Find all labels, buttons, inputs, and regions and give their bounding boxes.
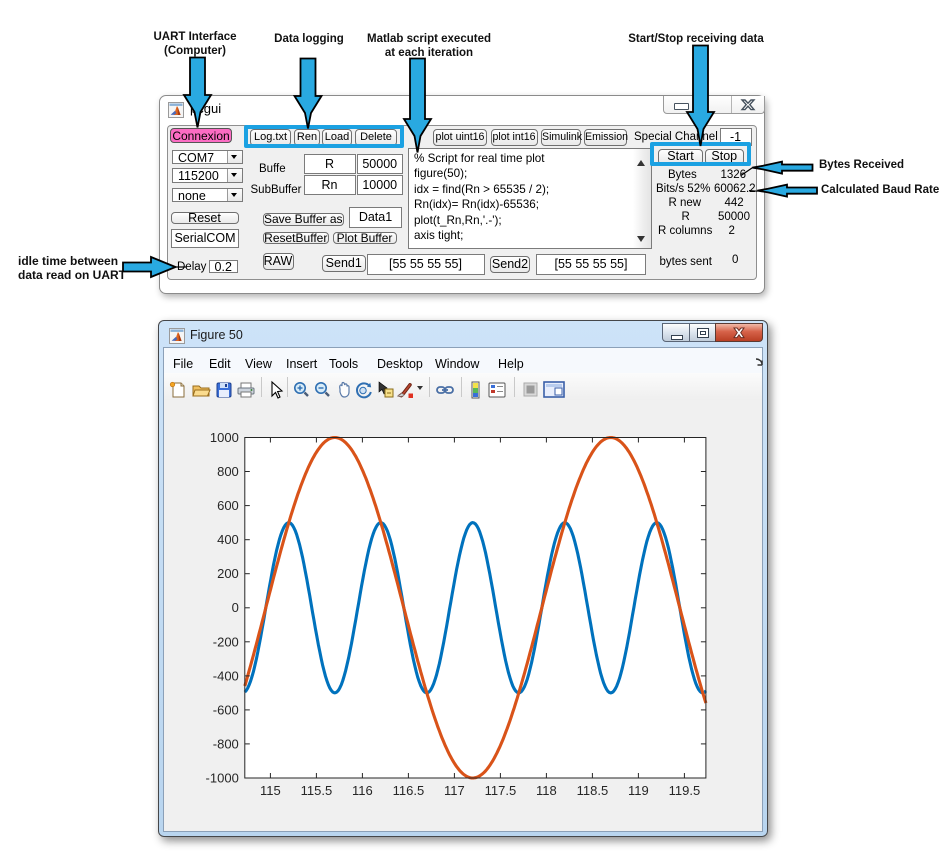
svg-text:200: 200 bbox=[217, 566, 239, 581]
svg-text:600: 600 bbox=[217, 498, 239, 513]
svg-text:118.5: 118.5 bbox=[577, 783, 609, 798]
svg-text:116: 116 bbox=[352, 783, 373, 798]
svg-text:116.5: 116.5 bbox=[393, 783, 425, 798]
svg-text:400: 400 bbox=[217, 532, 239, 547]
svg-text:1000: 1000 bbox=[210, 430, 239, 445]
svg-text:119: 119 bbox=[628, 783, 649, 798]
svg-text:115: 115 bbox=[260, 783, 281, 798]
svg-text:117.5: 117.5 bbox=[485, 783, 517, 798]
svg-text:-400: -400 bbox=[213, 668, 239, 683]
svg-text:-200: -200 bbox=[213, 634, 239, 649]
svg-text:800: 800 bbox=[217, 464, 239, 479]
svg-text:115.5: 115.5 bbox=[301, 783, 333, 798]
svg-text:-1000: -1000 bbox=[206, 771, 239, 786]
svg-text:0: 0 bbox=[232, 600, 239, 615]
svg-text:117: 117 bbox=[444, 783, 465, 798]
svg-text:119.5: 119.5 bbox=[669, 783, 701, 798]
svg-text:-600: -600 bbox=[213, 702, 239, 717]
svg-text:118: 118 bbox=[536, 783, 557, 798]
svg-text:-800: -800 bbox=[213, 736, 239, 751]
